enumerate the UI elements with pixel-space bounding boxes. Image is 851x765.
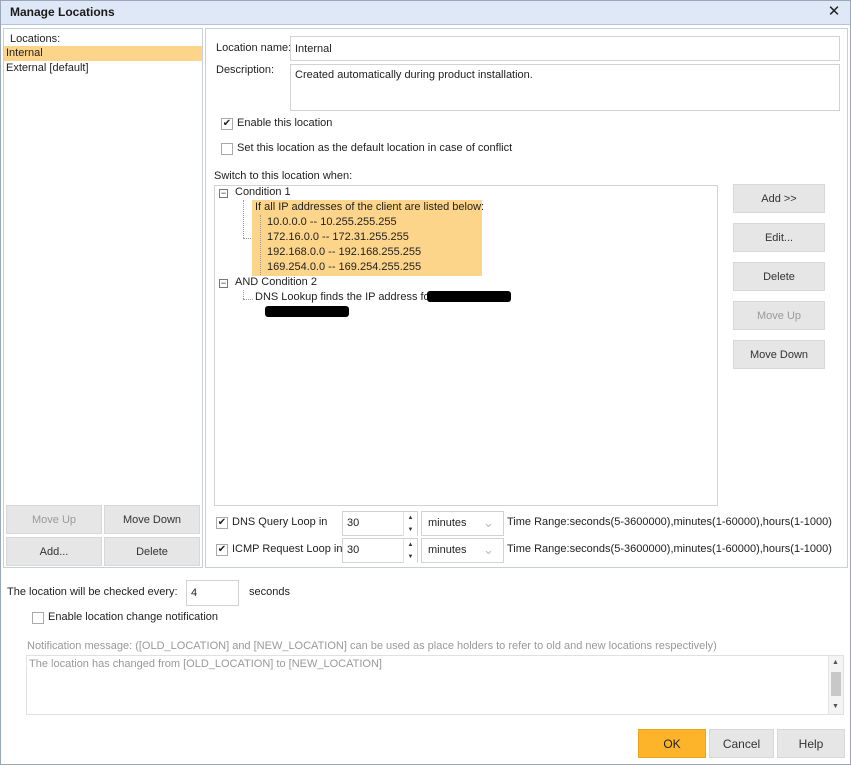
icmp-loop-checkbox[interactable]: ✔ — [216, 544, 228, 556]
notification-scrollbar[interactable]: ▲ ▼ — [828, 656, 843, 714]
location-item-external[interactable]: External [default] — [4, 61, 202, 76]
help-button[interactable]: Help — [777, 729, 845, 758]
tree-connector — [243, 200, 244, 238]
default-location-checkbox[interactable] — [221, 143, 233, 155]
condition-2-rule[interactable]: DNS Lookup finds the IP address for — [255, 290, 433, 305]
ok-button[interactable]: OK — [638, 729, 706, 758]
scroll-thumb[interactable] — [831, 672, 841, 696]
location-move-down-button[interactable]: Move Down — [104, 505, 200, 534]
ip-range-item: 172.16.0.0 -- 172.31.255.255 — [267, 231, 409, 243]
location-item-internal[interactable]: Internal — [4, 46, 202, 61]
notification-message-label: Notification message: ([OLD_LOCATION] an… — [27, 640, 717, 652]
conditions-tree[interactable]: − Condition 1 If all IP addresses of the… — [214, 185, 718, 506]
notification-message-input[interactable]: The location has changed from [OLD_LOCAT… — [26, 655, 844, 715]
collapse-condition-1-icon[interactable]: − — [219, 189, 228, 198]
redacted-hostname — [265, 306, 349, 317]
icmp-loop-spin-down-icon[interactable]: ▼ — [403, 551, 417, 563]
redacted-hostname — [427, 291, 511, 302]
cancel-button[interactable]: Cancel — [709, 729, 774, 758]
manage-locations-dialog: Manage Locations ✕ Locations: Internal E… — [0, 0, 851, 765]
enable-location-checkbox[interactable]: ✔ — [221, 118, 233, 130]
add-condition-button[interactable]: Add >> — [733, 184, 825, 213]
dns-loop-unit-value: minutes — [428, 517, 467, 529]
icmp-loop-unit-select[interactable]: minutes ⌄ — [421, 538, 504, 563]
switch-when-label: Switch to this location when: — [214, 170, 353, 182]
move-up-condition-button[interactable]: Move Up — [733, 301, 825, 330]
location-name-input[interactable]: Internal — [290, 36, 840, 61]
ip-range-item: 10.0.0.0 -- 10.255.255.255 — [267, 216, 397, 228]
icmp-loop-label: ICMP Request Loop in — [232, 543, 343, 555]
notification-message-text: The location has changed from [OLD_LOCAT… — [29, 658, 382, 670]
dns-loop-unit-select[interactable]: minutes ⌄ — [421, 511, 504, 536]
condition-1-rule: If all IP addresses of the client are li… — [255, 201, 485, 213]
check-interval-input[interactable]: 4 — [186, 580, 239, 606]
location-add-button[interactable]: Add... — [6, 537, 102, 566]
dns-loop-checkbox[interactable]: ✔ — [216, 517, 228, 529]
check-interval-unit: seconds — [249, 586, 290, 598]
ip-range-item: 192.168.0.0 -- 192.168.255.255 — [267, 246, 422, 258]
ip-range-item: 169.254.0.0 -- 169.254.255.255 — [267, 261, 422, 273]
check-interval-label: The location will be checked every: — [7, 586, 178, 598]
collapse-condition-2-icon[interactable]: − — [219, 279, 228, 288]
scroll-up-icon[interactable]: ▲ — [832, 659, 839, 666]
location-detail-panel: Location name: Internal Description: Cre… — [205, 28, 848, 568]
description-input[interactable]: Created automatically during product ins… — [290, 64, 840, 111]
close-icon[interactable]: ✕ — [826, 3, 842, 21]
condition-1-title[interactable]: Condition 1 — [235, 186, 291, 200]
icmp-loop-range-text: Time Range:seconds(5-3600000),minutes(1-… — [507, 543, 832, 555]
delete-condition-button[interactable]: Delete — [733, 262, 825, 291]
tree-connector — [260, 215, 261, 275]
edit-condition-button[interactable]: Edit... — [733, 223, 825, 252]
dns-loop-spin-down-icon[interactable]: ▼ — [403, 524, 417, 536]
enable-notification-checkbox[interactable] — [32, 612, 44, 624]
location-delete-button[interactable]: Delete — [104, 537, 200, 566]
dns-loop-spin-up-icon[interactable]: ▲ — [403, 512, 417, 524]
chevron-down-icon: ⌄ — [483, 542, 494, 557]
dns-loop-label: DNS Query Loop in — [232, 516, 328, 528]
locations-label: Locations: — [10, 33, 61, 45]
default-location-label: Set this location as the default locatio… — [237, 142, 513, 154]
tree-connector — [243, 290, 244, 299]
chevron-down-icon: ⌄ — [483, 515, 494, 530]
move-down-condition-button[interactable]: Move Down — [733, 340, 825, 369]
window-title: Manage Locations — [10, 5, 115, 19]
location-move-up-button[interactable]: Move Up — [6, 505, 102, 534]
enable-location-label: Enable this location — [237, 117, 333, 129]
icmp-loop-unit-value: minutes — [428, 544, 467, 556]
icmp-loop-spin-up-icon[interactable]: ▲ — [403, 539, 417, 551]
dns-loop-range-text: Time Range:seconds(5-3600000),minutes(1-… — [507, 516, 832, 528]
condition-2-title[interactable]: AND Condition 2 — [235, 275, 317, 290]
enable-notification-label: Enable location change notification — [48, 611, 219, 623]
description-label: Description: — [216, 64, 275, 76]
scroll-down-icon[interactable]: ▼ — [832, 703, 839, 710]
title-bar: Manage Locations ✕ — [1, 1, 850, 25]
tree-connector — [243, 299, 253, 300]
location-name-label: Location name: — [216, 42, 292, 54]
locations-panel: Locations: Internal External [default] — [3, 28, 203, 568]
locations-list: Internal External [default] — [4, 46, 202, 76]
